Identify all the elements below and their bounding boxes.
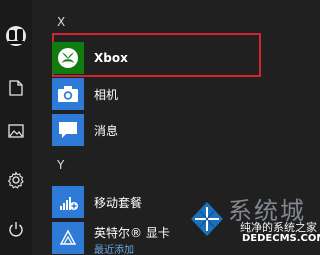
message-icon xyxy=(59,122,77,138)
settings-button[interactable] xyxy=(0,164,32,196)
app-item-xbox[interactable]: Xbox xyxy=(52,38,320,78)
app-label-messaging: 消息 xyxy=(94,123,119,138)
pictures-button[interactable] xyxy=(0,115,32,147)
user-avatar xyxy=(6,26,26,46)
app-item-messaging[interactable]: 消息 xyxy=(52,110,320,150)
user-avatar-button[interactable] xyxy=(0,20,32,52)
power-button[interactable] xyxy=(0,213,32,245)
xbox-icon xyxy=(58,48,78,68)
app-item-intel-graphics[interactable]: 英特尔® 显卡 最近添加 xyxy=(52,218,320,255)
app-label-xbox: Xbox xyxy=(94,51,128,65)
recently-added-label: 最近添加 xyxy=(94,245,134,255)
start-menu: X Xbox 相机 消息 Y 移动套餐 英特尔® 显卡 最近添加 系统城 纯净的… xyxy=(0,0,320,255)
document-icon xyxy=(9,80,23,96)
message-tile xyxy=(52,114,84,146)
app-label-camera: 相机 xyxy=(94,87,119,102)
start-menu-rail xyxy=(0,0,32,255)
graphics-icon xyxy=(59,229,77,245)
mobile-plans-tile xyxy=(52,186,84,218)
picture-icon xyxy=(8,124,24,138)
documents-button[interactable] xyxy=(0,72,32,104)
power-icon xyxy=(9,222,23,237)
camera-tile xyxy=(52,78,84,110)
section-header-y[interactable]: Y xyxy=(57,158,64,172)
app-item-mobile-plans[interactable]: 移动套餐 xyxy=(52,182,320,222)
app-label-intel-graphics: 英特尔® 显卡 xyxy=(94,226,170,240)
app-item-camera[interactable]: 相机 xyxy=(52,74,320,114)
mobile-plans-icon xyxy=(60,197,78,210)
graphics-tile xyxy=(52,222,84,254)
gear-icon xyxy=(7,171,24,189)
camera-icon xyxy=(58,86,78,102)
app-label-mobile-plans: 移动套餐 xyxy=(94,195,143,210)
app-list: X Xbox 相机 消息 Y 移动套餐 英特尔® 显卡 最近添加 xyxy=(32,0,320,255)
xbox-tile xyxy=(52,42,84,74)
section-header-x[interactable]: X xyxy=(57,15,65,29)
